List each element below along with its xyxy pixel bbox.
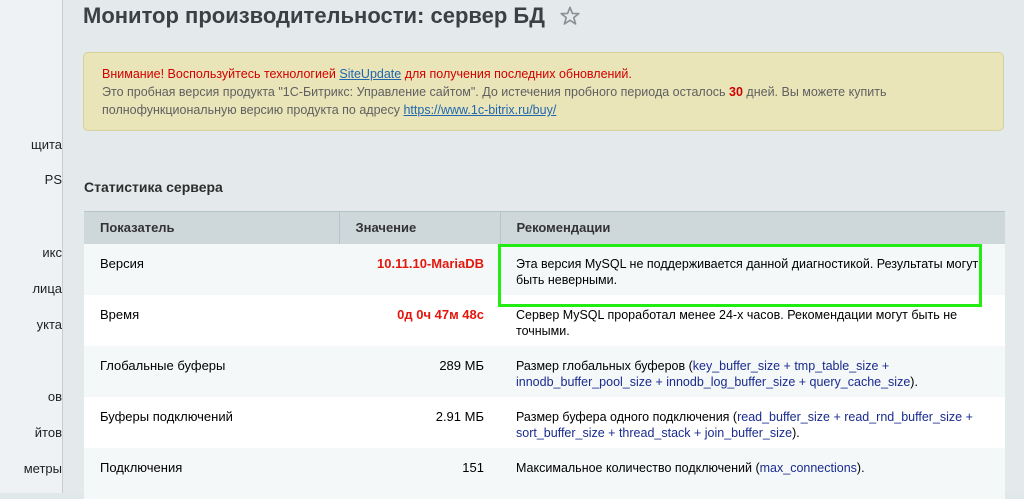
- warning-line: Внимание! Воспользуйтесь технологией Sit…: [102, 65, 985, 83]
- table-row: Подключения 151 Максимальное количество …: [84, 447, 1005, 499]
- trial-notice: Внимание! Воспользуйтесь технологией Sit…: [83, 52, 1004, 131]
- siteupdate-link[interactable]: SiteUpdate: [339, 67, 401, 81]
- table-row: Время 0д 0ч 47м 48с Сервер MySQL прорабо…: [84, 295, 1005, 346]
- table-header-row: Показатель Значение Рекомендации: [84, 211, 1005, 244]
- section-title: Статистика сервера: [84, 179, 223, 195]
- metric-recommendation: Эта версия MySQL не поддерживается данно…: [500, 243, 1005, 295]
- config-params: max_connections: [759, 460, 857, 475]
- column-header-indicator: Показатель: [84, 211, 340, 244]
- table-row: Глобальные буферы 289 МБ Размер глобальн…: [84, 345, 1005, 397]
- metric-value: 10.11.10-MariaDB: [339, 243, 500, 295]
- metric-name: Глобальные буферы: [84, 345, 339, 397]
- metric-name: Подключения: [84, 447, 339, 499]
- warning-text-suffix: для получения последних обновлений.: [401, 67, 632, 81]
- trial-days-count: 30: [729, 85, 743, 99]
- metric-name: Время: [100, 306, 140, 322]
- trial-text: Это пробная версия продукта "1С-Битрикс:…: [102, 85, 730, 99]
- column-header-recommendations: Рекомендации: [500, 211, 1005, 244]
- column-header-value: Значение: [339, 211, 501, 244]
- main-content: Монитор производительности: сервер БД Вн…: [63, 0, 1024, 499]
- trial-info: Это пробная версия продукта "1С-Битрикс:…: [102, 83, 985, 119]
- server-stats-table: Показатель Значение Рекомендации Версия …: [84, 211, 1005, 499]
- metric-recommendation: Размер глобальных буферов (key_buffer_si…: [500, 345, 1005, 397]
- metric-value: 289 МБ: [339, 345, 500, 397]
- table-row: Буферы подключений 2.91 МБ Размер буфера…: [84, 397, 1005, 448]
- metric-value: 151: [339, 447, 500, 499]
- metric-value: 0д 0ч 47м 48с: [397, 306, 484, 322]
- metric-recommendation: Сервер MySQL проработал менее 24-х часов…: [516, 307, 958, 338]
- metric-recommendation: Максимальное количество подключений (max…: [500, 447, 1005, 499]
- metric-name: Версия: [84, 243, 339, 295]
- buy-link[interactable]: https://www.1c-bitrix.ru/buy/: [403, 103, 556, 117]
- star-icon[interactable]: [559, 5, 581, 27]
- metric-value: 2.91 МБ: [435, 408, 484, 424]
- metric-recommendation: Размер буфера одного подключения (read_b…: [516, 409, 973, 440]
- page-title: Монитор производительности: сервер БД: [83, 3, 545, 28]
- sidebar: щита PS икс лица укта ов йтов метры: [0, 0, 63, 493]
- metric-name: Буферы подключений: [100, 408, 233, 424]
- table-row: Версия 10.11.10-MariaDB Эта версия MySQL…: [84, 243, 1005, 295]
- warning-text: Внимание! Воспользуйтесь технологией: [102, 67, 340, 81]
